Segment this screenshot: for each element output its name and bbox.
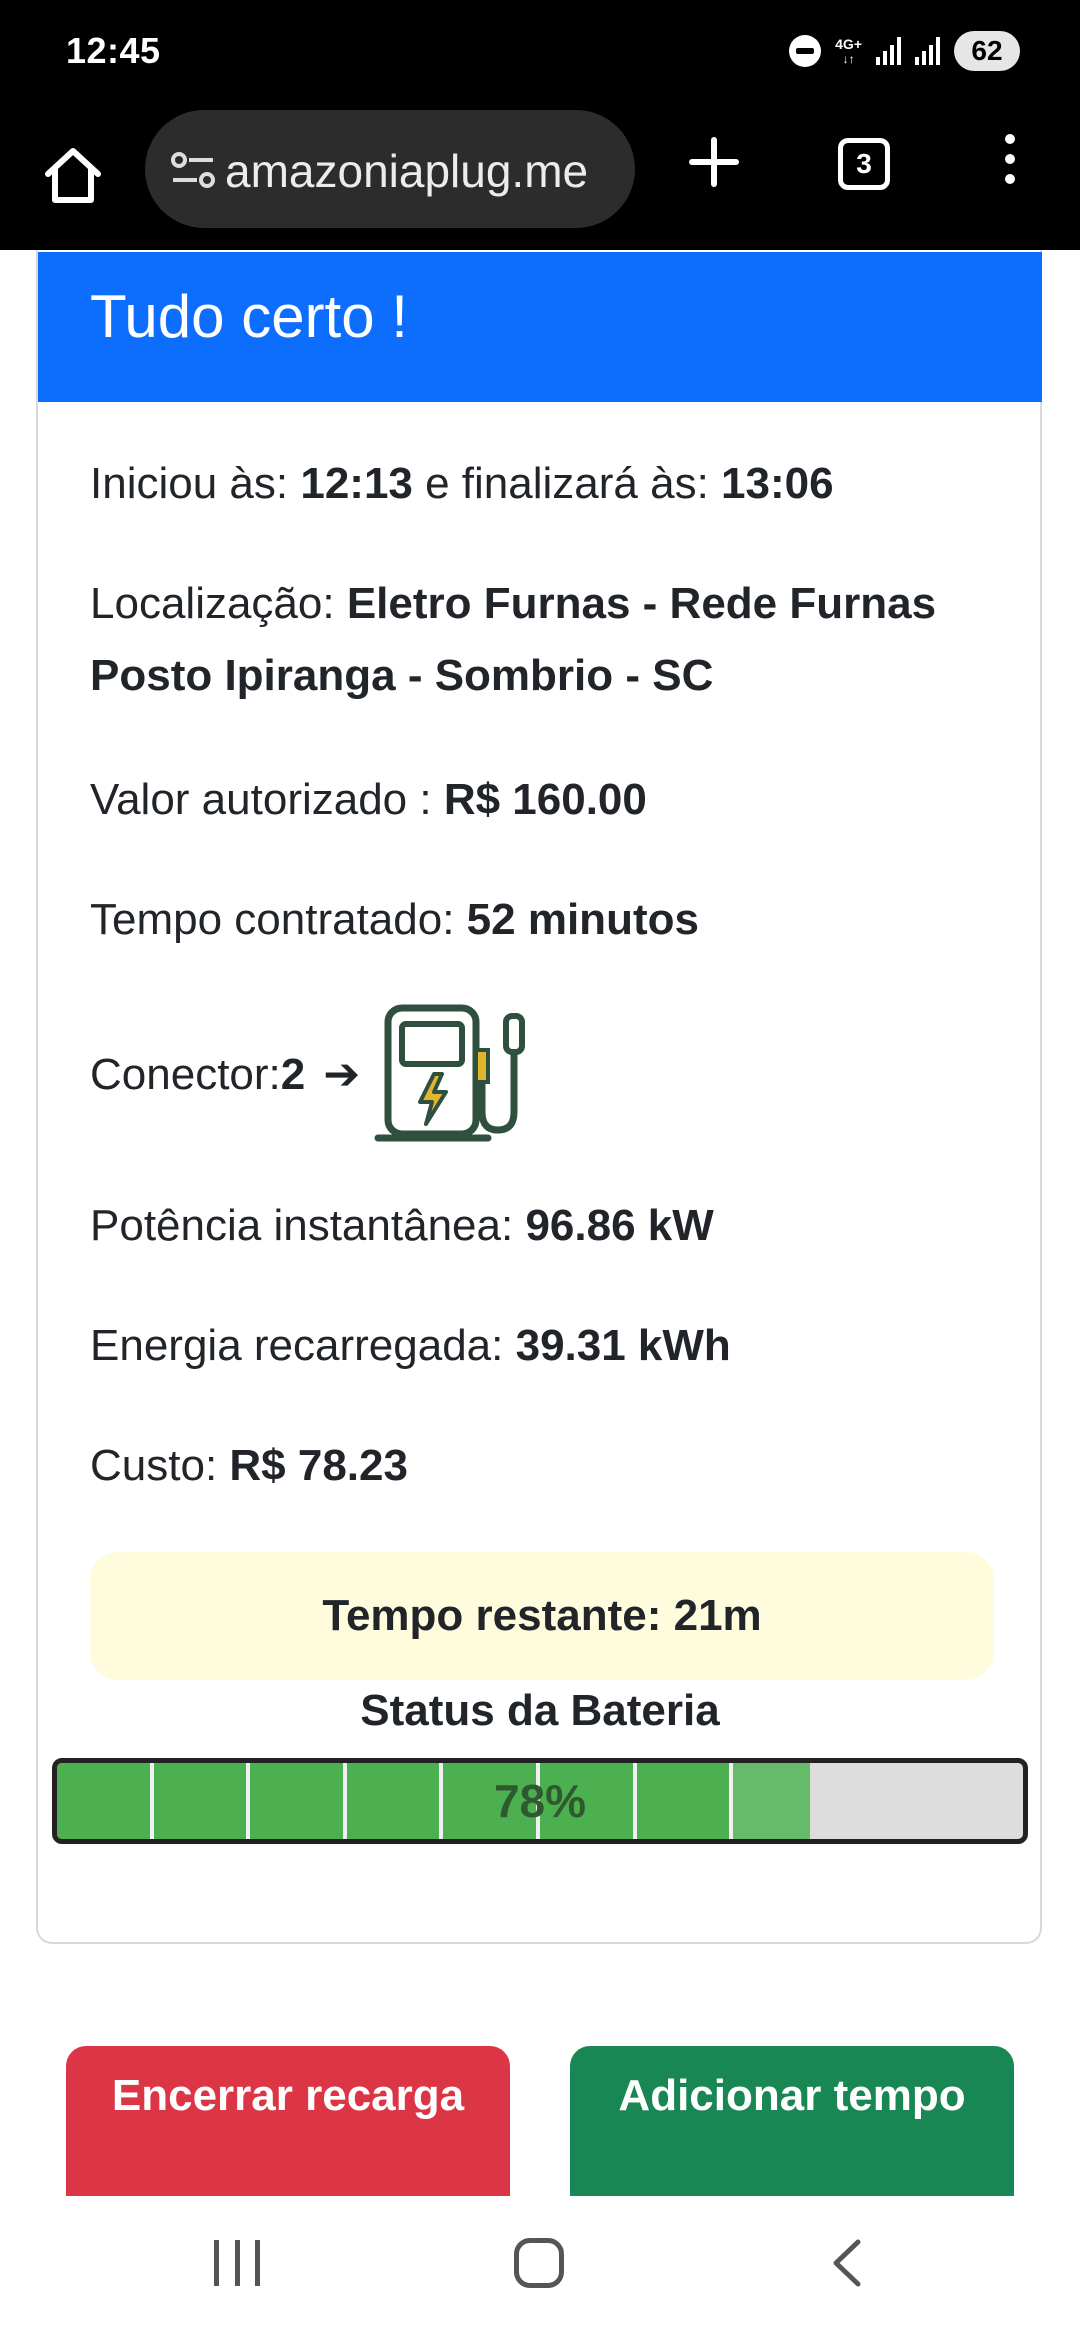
cost-value: R$ 78.23 xyxy=(229,1441,408,1490)
card-header: Tudo certo ! xyxy=(38,252,1042,402)
energy-charged: Energia recarregada: 39.31 kWh xyxy=(90,1310,731,1382)
add-time-button[interactable]: Adicionar tempo xyxy=(570,2046,1014,2196)
charging-status-card: Tudo certo ! Iniciou às: 12:13 e finaliz… xyxy=(36,250,1042,1944)
energy-value: 39.31 kWh xyxy=(515,1321,731,1370)
location-info: Localização: Eletro Furnas - Rede Furnas… xyxy=(90,568,1010,712)
location-label: Localização: xyxy=(90,579,347,628)
authorized-value: R$ 160.00 xyxy=(443,775,647,824)
status-icons: 4G+ ↓↑ 62 xyxy=(789,28,1020,74)
end-time: 13:06 xyxy=(721,459,834,508)
do-not-disturb-icon xyxy=(789,35,822,67)
cost-label: Custo: xyxy=(90,1441,230,1490)
energy-label: Energia recarregada: xyxy=(90,1321,516,1370)
card-title: Tudo certo ! xyxy=(90,283,408,350)
connector-info: Conector: 2 ➔ xyxy=(90,1000,532,1150)
power-value: 96.86 kW xyxy=(525,1201,714,1250)
connector-value: 2 xyxy=(280,1050,306,1099)
new-tab-icon[interactable] xyxy=(688,136,740,188)
time-remaining-box: Tempo restante: 21m xyxy=(90,1552,994,1680)
home-nav-icon[interactable] xyxy=(514,2238,564,2288)
session-times: Iniciou às: 12:13 e finalizará às: 13:06 xyxy=(90,448,834,520)
browser-toolbar: amazoniaplug.me 3 xyxy=(0,110,1080,250)
start-label: Iniciou às: xyxy=(90,459,301,508)
system-navigation-bar xyxy=(0,2196,1080,2340)
contracted-time-label: Tempo contratado: xyxy=(90,895,467,944)
end-charging-button[interactable]: Encerrar recarga xyxy=(66,2046,510,2196)
arrow-right-icon: ➔ xyxy=(323,1050,361,1099)
authorized-amount: Valor autorizado : R$ 160.00 xyxy=(90,764,647,836)
contracted-time: Tempo contratado: 52 minutos xyxy=(90,884,699,956)
signal-icon-1 xyxy=(876,37,901,65)
address-bar[interactable]: amazoniaplug.me xyxy=(145,110,635,228)
site-settings-icon[interactable] xyxy=(169,152,217,188)
network-type-label: 4G+ xyxy=(835,35,862,52)
end-label: e finalizará às: xyxy=(412,459,722,508)
more-options-icon[interactable] xyxy=(1000,134,1020,194)
start-time: 12:13 xyxy=(300,459,413,508)
battery-level-badge: 62 xyxy=(954,31,1020,71)
ev-charger-icon xyxy=(374,1004,526,1142)
status-bar: 12:45 4G+ ↓↑ 62 xyxy=(0,0,1080,110)
battery-progress-bar: 78% xyxy=(52,1758,1028,1844)
url-text: amazoniaplug.me xyxy=(225,145,589,197)
power-label: Potência instantânea: xyxy=(90,1201,526,1250)
instant-power: Potência instantânea: 96.86 kW xyxy=(90,1190,714,1262)
contracted-time-value: 52 minutos xyxy=(466,895,699,944)
network-type-icon: 4G+ ↓↑ xyxy=(835,35,862,66)
tab-switcher-button[interactable]: 3 xyxy=(838,138,890,190)
back-icon[interactable] xyxy=(822,2236,876,2290)
recent-apps-icon[interactable] xyxy=(214,2240,260,2286)
signal-icon-2 xyxy=(915,37,940,65)
home-icon[interactable] xyxy=(40,142,106,208)
connector-label: Conector: xyxy=(90,1050,281,1099)
cost-info: Custo: R$ 78.23 xyxy=(90,1430,408,1502)
authorized-label: Valor autorizado : xyxy=(90,775,444,824)
battery-status-title: Status da Bateria xyxy=(360,1686,720,1735)
battery-percent-label: 78% xyxy=(493,1775,587,1827)
status-time: 12:45 xyxy=(66,30,161,71)
